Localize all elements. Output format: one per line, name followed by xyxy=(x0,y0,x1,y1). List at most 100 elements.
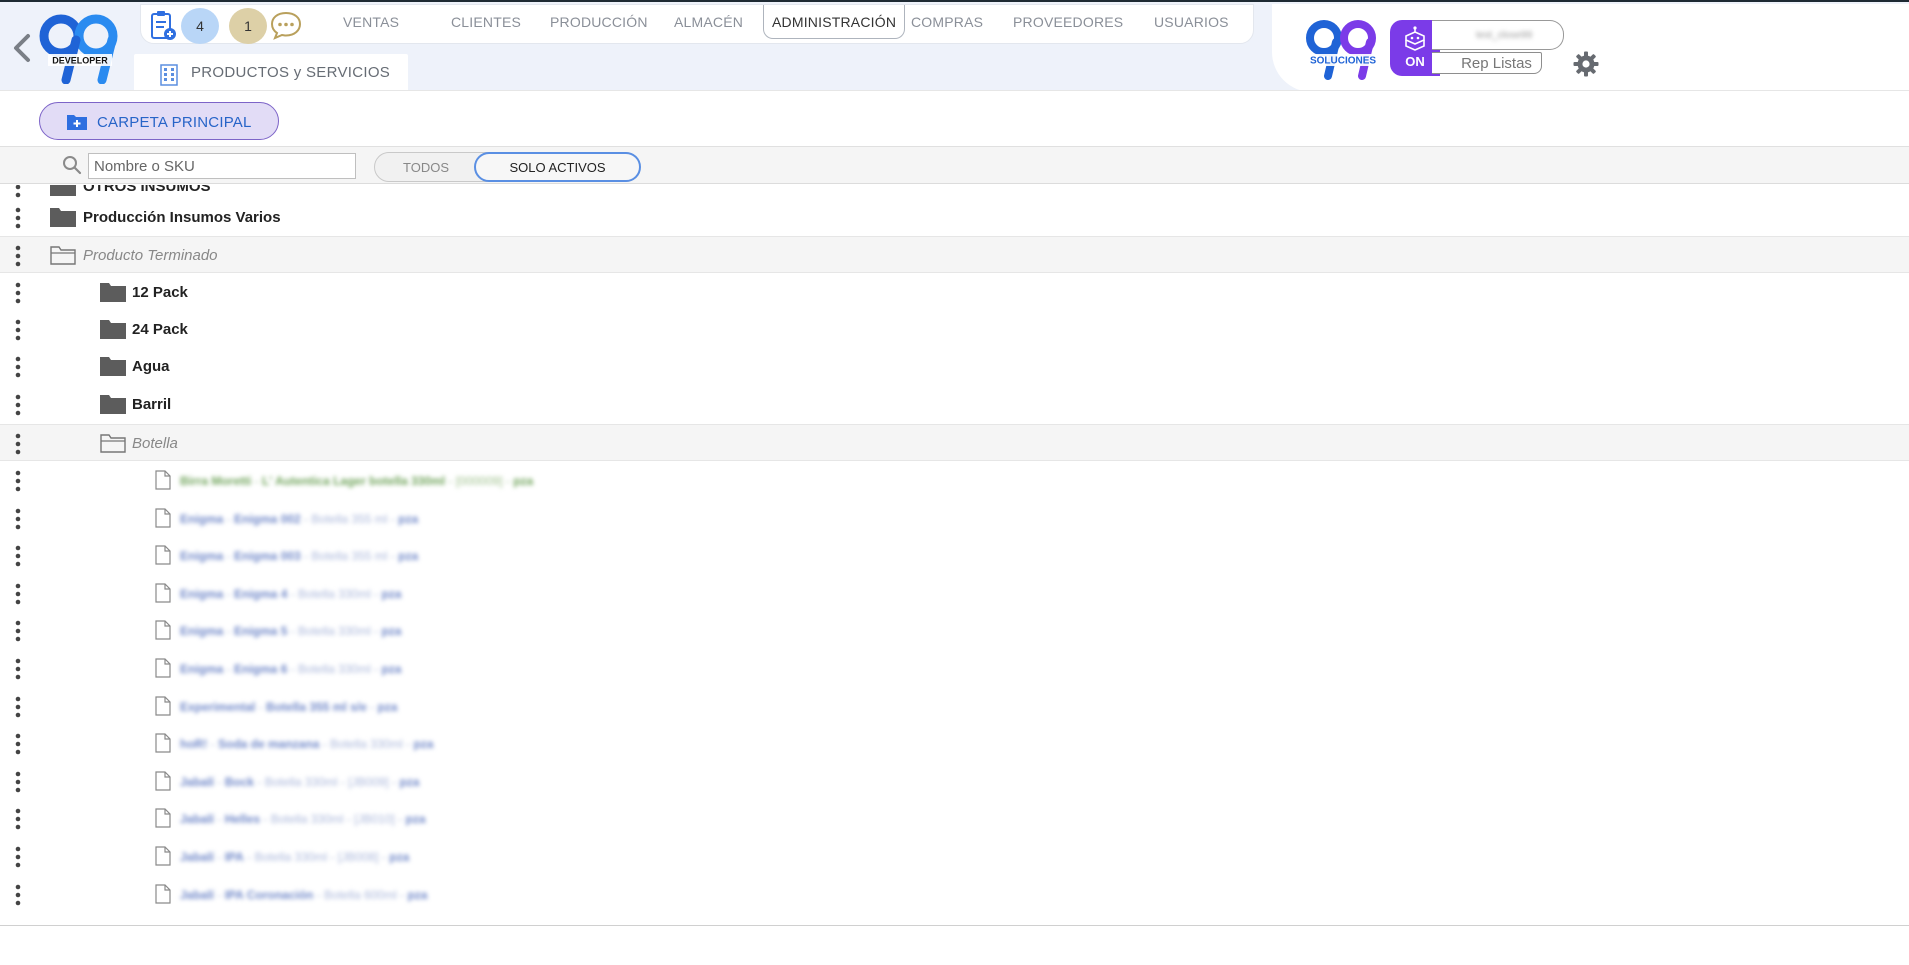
tree-row-product[interactable]: Enigma - Enigma 6 - Botella 330ml - pza xyxy=(0,650,1909,687)
row-menu-dots-icon[interactable] xyxy=(15,245,21,267)
row-menu-dots-icon[interactable] xyxy=(15,319,21,341)
product-detail: Botella 330ml xyxy=(330,737,403,751)
tab-label: PRODUCTOS y SERVICIOS xyxy=(191,64,391,81)
folder-label: 24 Pack xyxy=(132,321,188,338)
rep-listas-button[interactable]: Rep Listas xyxy=(1432,52,1542,74)
nav-compras[interactable]: COMPRAS xyxy=(911,5,983,39)
folder-closed-icon xyxy=(100,283,126,302)
folder-closed-icon xyxy=(100,395,126,414)
product-detail: Botella 330ml xyxy=(298,662,371,676)
app-window: DEVELOPER 4 1 VENTAS CLIENTES PRODUCCIÓN… xyxy=(0,0,1909,965)
row-menu-dots-icon[interactable] xyxy=(15,433,21,455)
product-label: Birra Moretti - L' Autentica Lager botel… xyxy=(180,474,533,488)
folder-label: Producto Terminado xyxy=(83,247,218,264)
user-name-field[interactable]: test_close99 xyxy=(1432,20,1564,50)
tree-row-product[interactable]: Experimental - Botella 355 ml s/e - pza xyxy=(0,688,1909,725)
clipboard-add-icon[interactable] xyxy=(149,9,177,41)
nav-produccion[interactable]: PRODUCCIÓN xyxy=(550,5,648,39)
main-folder-button[interactable]: CARPETA PRINCIPAL xyxy=(39,102,279,140)
separator: - xyxy=(223,624,235,638)
gear-icon[interactable] xyxy=(1572,50,1600,78)
row-menu-dots-icon[interactable] xyxy=(15,508,21,530)
product-label: Enigma - Enigma 4 - Botella 330ml - pza xyxy=(180,587,401,601)
separator: - xyxy=(223,662,235,676)
tree-row-folder[interactable]: 24 Pack xyxy=(0,311,1909,348)
developer-logo[interactable]: DEVELOPER xyxy=(36,10,126,84)
chat-bubble-icon[interactable] xyxy=(269,9,303,41)
separator: - xyxy=(207,737,218,751)
nav-almacen[interactable]: ALMACÉN xyxy=(674,5,743,39)
file-icon xyxy=(155,733,171,753)
nav-clientes[interactable]: CLIENTES xyxy=(451,5,521,39)
product-brand: Jabalí xyxy=(180,812,215,826)
product-name: Enigma 003 xyxy=(234,549,301,563)
tree-row-folder[interactable]: Barril xyxy=(0,386,1909,423)
row-menu-dots-icon[interactable] xyxy=(15,808,21,830)
row-menu-dots-icon[interactable] xyxy=(15,207,21,229)
messages-count-badge[interactable]: 1 xyxy=(229,8,267,44)
row-menu-dots-icon[interactable] xyxy=(15,771,21,793)
row-menu-dots-icon[interactable] xyxy=(15,884,21,906)
nav-usuarios[interactable]: USUARIOS xyxy=(1154,5,1229,39)
product-name: IPA Coronación xyxy=(224,888,314,902)
separator: - xyxy=(251,474,263,488)
product-detail: Botella 355 ml xyxy=(311,512,388,526)
folder-label: Botella xyxy=(132,435,178,452)
tree-row-product[interactable]: Jabalí - Helles - Botella 330ml - [JB010… xyxy=(0,800,1909,837)
product-detail: Botella 330ml xyxy=(298,587,371,601)
tree-row-folder[interactable]: Producción Insumos Varios xyxy=(0,199,1909,236)
filter-all-button[interactable]: TODOS xyxy=(375,153,477,181)
nav-ventas[interactable]: VENTAS xyxy=(343,5,399,39)
row-menu-dots-icon[interactable] xyxy=(15,733,21,755)
product-name: Soda de manzana xyxy=(218,737,320,751)
separator: - xyxy=(370,662,382,676)
product-brand: Enigma xyxy=(180,587,224,601)
row-menu-dots-icon[interactable] xyxy=(15,620,21,642)
tree-row-folder-open[interactable]: Botella xyxy=(0,424,1909,461)
product-label: Jabalí - Helles - Botella 330ml - [JB010… xyxy=(180,812,426,826)
tree-row-product[interactable]: Enigma - Enigma 4 - Botella 330ml - pza xyxy=(0,575,1909,612)
separator: - xyxy=(445,474,456,488)
row-menu-dots-icon[interactable] xyxy=(15,282,21,304)
soluciones-logo[interactable]: SOLUCIONES xyxy=(1304,18,1382,80)
tree-row-folder-open[interactable]: Producto Terminado xyxy=(0,236,1909,273)
tree-row-product[interactable]: Birra Moretti - L' Autentica Lager botel… xyxy=(0,462,1909,499)
row-menu-dots-icon[interactable] xyxy=(15,185,21,198)
row-menu-dots-icon[interactable] xyxy=(15,846,21,868)
separator: - xyxy=(366,700,378,714)
filter-active-button[interactable]: SOLO ACTIVOS xyxy=(474,152,641,182)
separator: - xyxy=(378,850,390,864)
file-icon xyxy=(155,470,171,490)
tree-row-product[interactable]: Jabalí - Bock - Botella 330ml - [JB009] … xyxy=(0,763,1909,800)
row-menu-dots-icon[interactable] xyxy=(15,545,21,567)
tree-row-product[interactable]: Enigma - Enigma 5 - Botella 330ml - pza xyxy=(0,612,1909,649)
tree-row-product[interactable]: Jabalí - IPA - Botella 330ml - [JB008] -… xyxy=(0,838,1909,875)
tree-row-product[interactable]: hoR! - Soda de manzana - Botella 330ml -… xyxy=(0,725,1909,762)
robot-icon xyxy=(1405,26,1425,51)
tasks-count-badge[interactable]: 4 xyxy=(181,8,219,44)
row-menu-dots-icon[interactable] xyxy=(15,658,21,680)
tree-row-product[interactable]: Enigma - Enigma 002 - Botella 355 ml - p… xyxy=(0,500,1909,537)
row-menu-dots-icon[interactable] xyxy=(15,696,21,718)
nav-administracion[interactable]: ADMINISTRACIÓN xyxy=(763,5,906,39)
header: DEVELOPER 4 1 VENTAS CLIENTES PRODUCCIÓN… xyxy=(0,2,1909,92)
nav-proveedores[interactable]: PROVEEDORES xyxy=(1013,5,1123,39)
row-menu-dots-icon[interactable] xyxy=(15,356,21,378)
tab-productos-servicios[interactable]: PRODUCTOS y SERVICIOS xyxy=(134,54,408,92)
tree-row-product[interactable]: Enigma - Enigma 003 - Botella 355 ml - p… xyxy=(0,537,1909,574)
product-tree: OTROS INSUMOS Producción Insumos Varios … xyxy=(0,185,1909,925)
separator: - xyxy=(260,812,271,826)
tree-row-folder[interactable]: 12 Pack xyxy=(0,274,1909,311)
search-input[interactable] xyxy=(88,153,356,179)
back-arrow-icon[interactable] xyxy=(8,30,34,66)
tree-row-folder[interactable]: Agua xyxy=(0,348,1909,385)
product-unit: pza xyxy=(381,587,402,601)
tree-row-product[interactable]: Jabalí - IPA Coronación - Botella 600ml … xyxy=(0,876,1909,913)
product-label: Jabalí - IPA - Botella 330ml - [JB008] -… xyxy=(180,850,409,864)
separator: - xyxy=(396,888,408,902)
row-menu-dots-icon[interactable] xyxy=(15,470,21,492)
row-menu-dots-icon[interactable] xyxy=(15,394,21,416)
product-unit: pza xyxy=(405,812,426,826)
row-menu-dots-icon[interactable] xyxy=(15,583,21,605)
folder-closed-icon xyxy=(100,357,126,376)
